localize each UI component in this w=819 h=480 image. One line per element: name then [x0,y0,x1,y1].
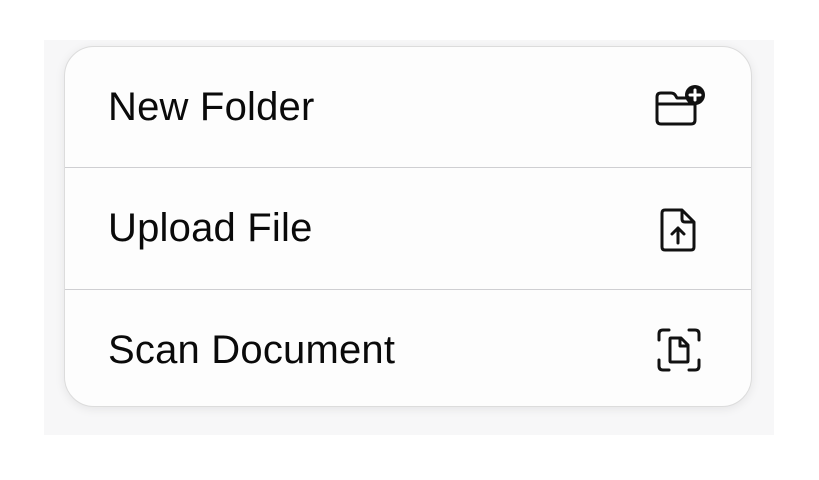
menu-item-scan-document[interactable]: Scan Document [65,290,751,406]
context-menu: New Folder Upload File Scan Document [64,46,752,407]
document-scan-icon [651,322,707,378]
menu-item-new-folder[interactable]: New Folder [65,47,751,167]
menu-item-label: Scan Document [108,327,396,372]
menu-item-upload-file[interactable]: Upload File [65,168,751,289]
file-upload-icon [651,201,707,257]
folder-plus-icon [651,79,707,135]
menu-item-label: New Folder [108,84,315,129]
menu-item-label: Upload File [108,206,313,250]
